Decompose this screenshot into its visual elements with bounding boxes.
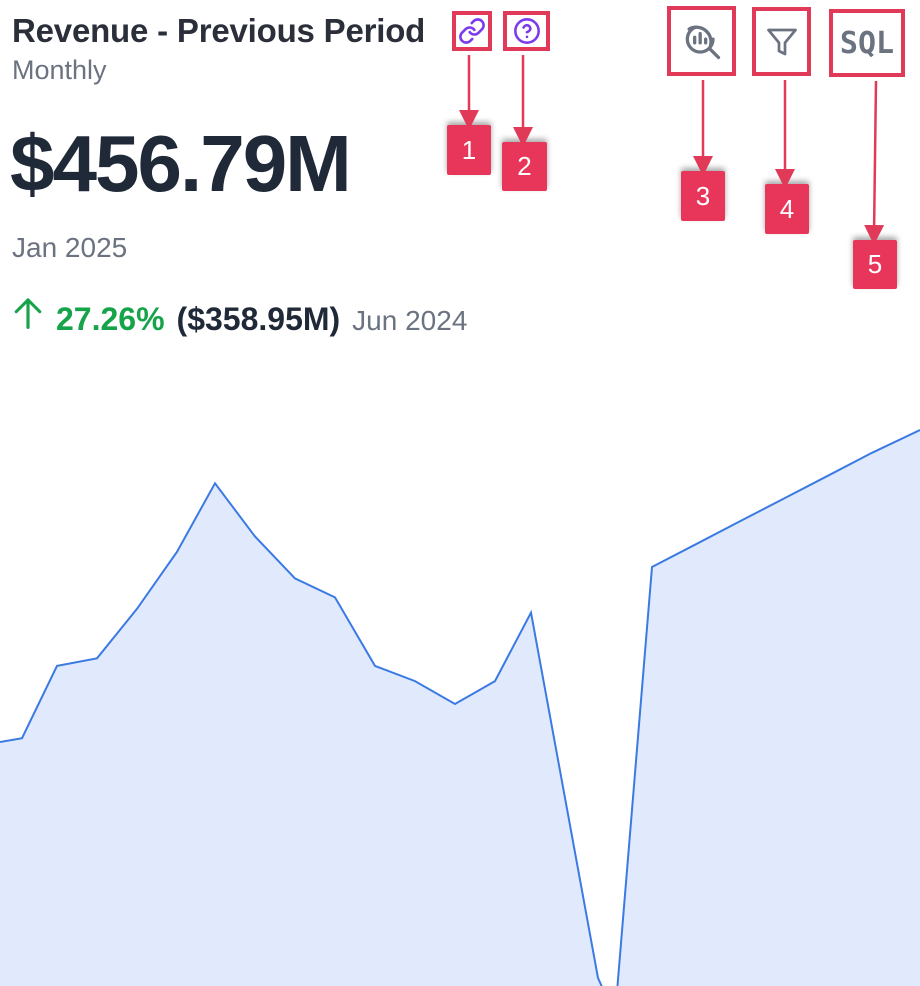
area-chart: [0, 429, 920, 986]
area-fill: [0, 430, 920, 986]
